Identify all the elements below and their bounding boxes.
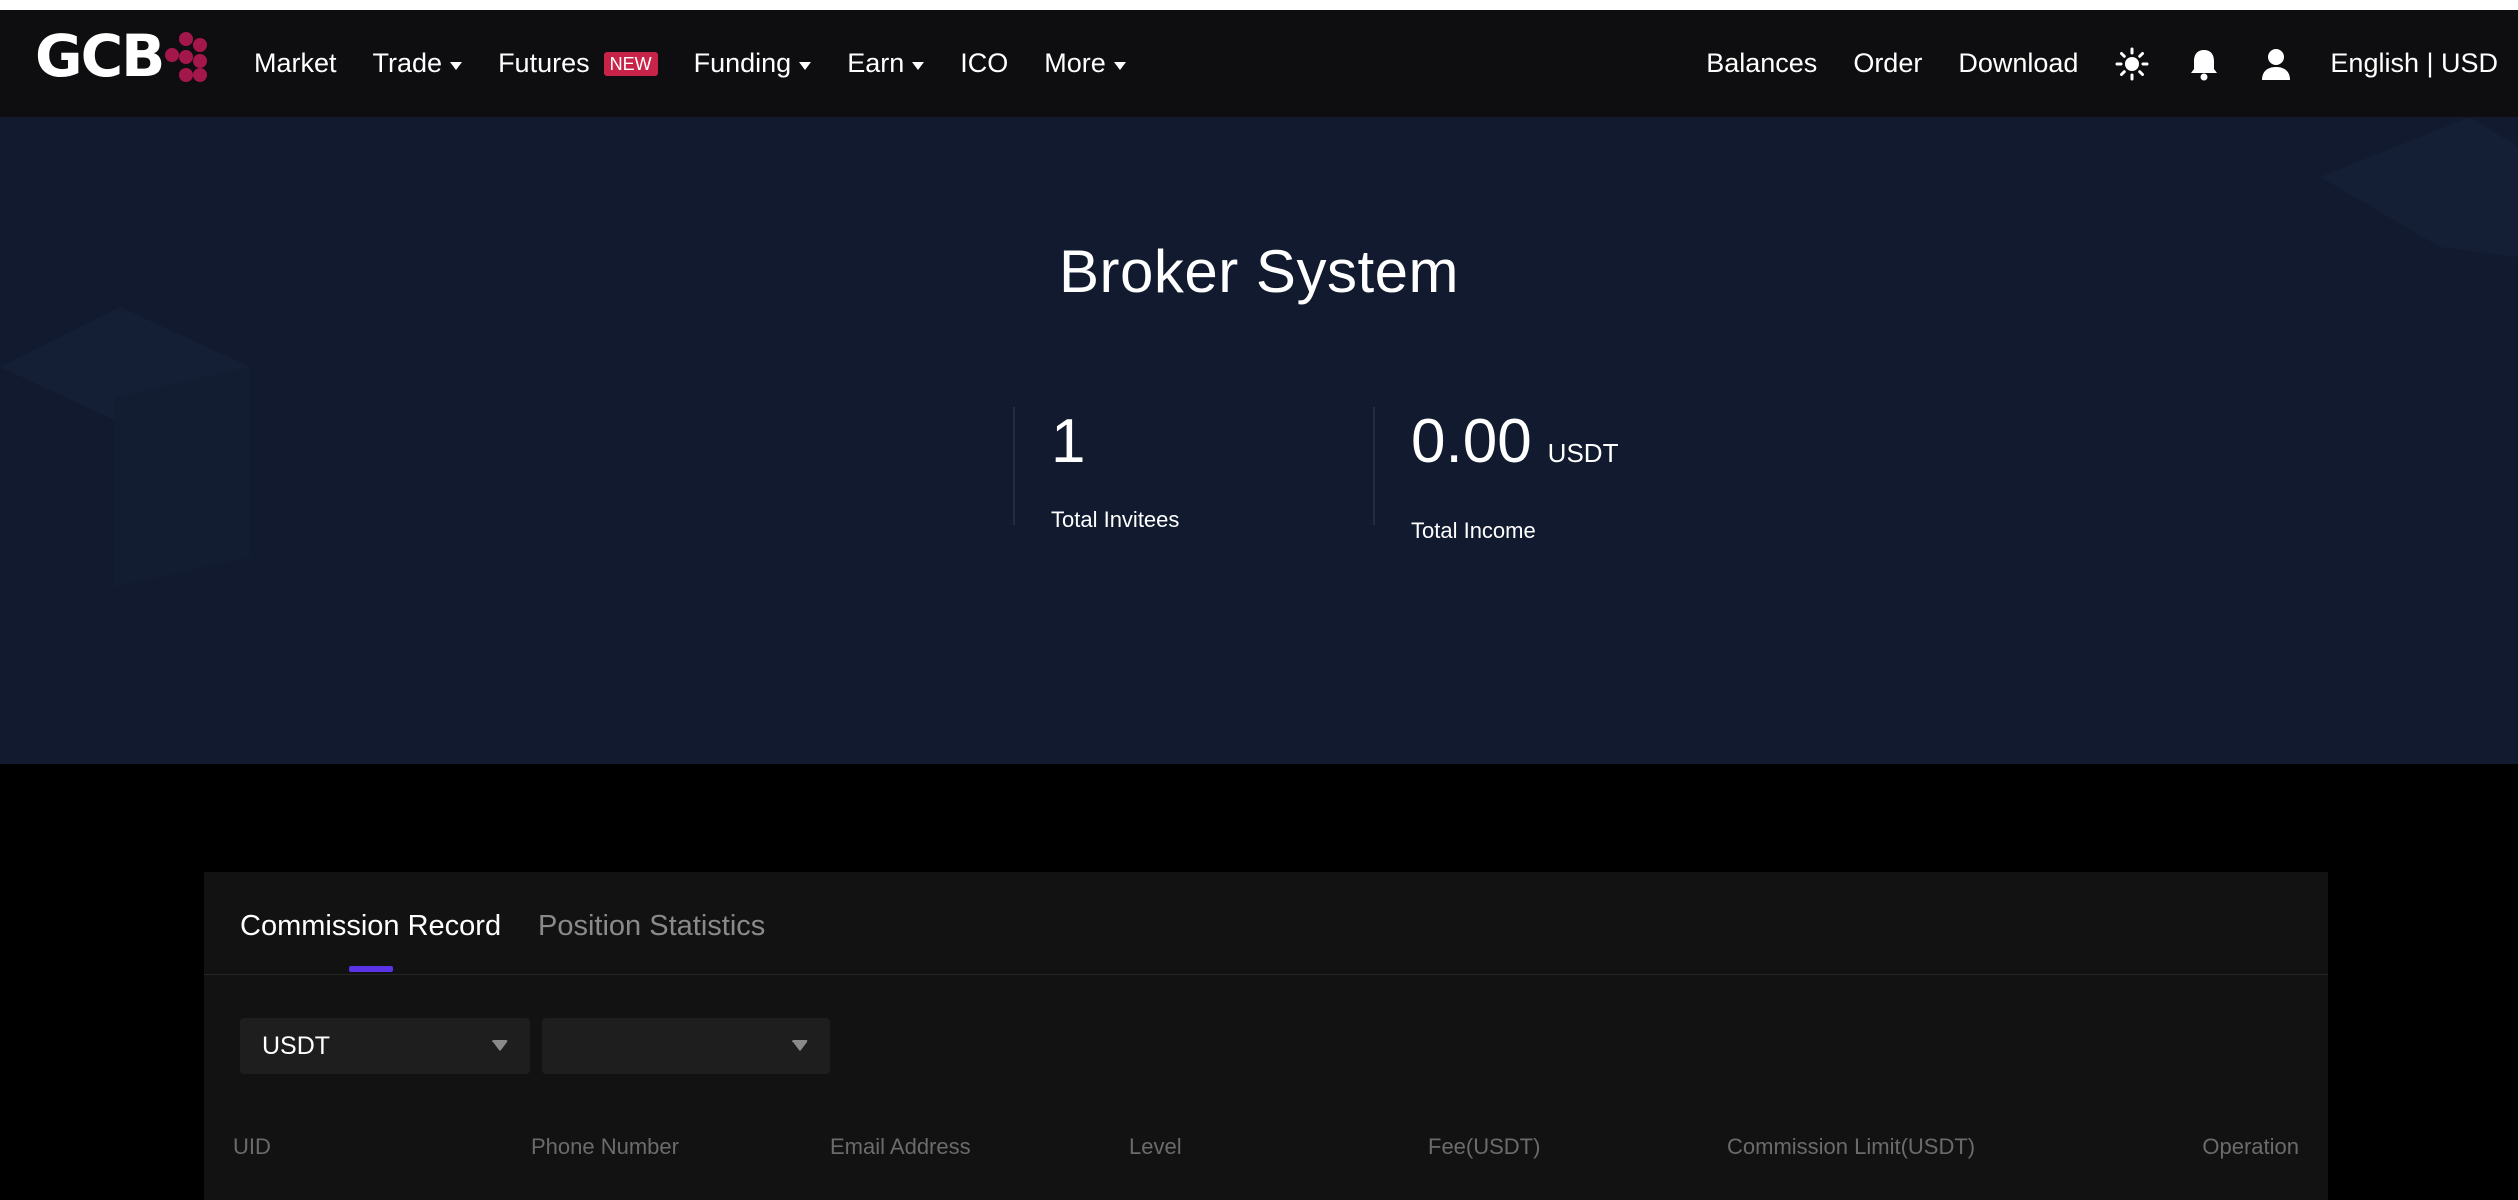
nav-ico[interactable]: ICO	[960, 48, 1008, 79]
chevron-down-icon	[792, 1040, 808, 1051]
nav-label: Market	[254, 48, 337, 78]
nav-label: More	[1044, 48, 1106, 78]
nav-label: Futures	[498, 48, 590, 78]
stat-total-invitees: 1 Total Invitees	[1013, 407, 1373, 532]
tab-commission-record[interactable]: Commission Record	[240, 910, 501, 943]
stat-number: 0.00	[1411, 407, 1532, 476]
nav-label: Earn	[847, 48, 905, 78]
stat-unit: USDT	[1547, 438, 1619, 468]
records-panel: Commission Record Position Statistics US…	[204, 872, 2328, 1200]
secondary-filter-select[interactable]	[542, 1018, 830, 1074]
caret-down-icon	[912, 61, 925, 70]
order-link[interactable]: Order	[1853, 48, 1922, 79]
nav-trade[interactable]: Trade	[373, 48, 463, 79]
user-icon[interactable]	[2258, 46, 2294, 82]
active-tab-indicator	[349, 966, 393, 972]
caret-down-icon	[1113, 61, 1126, 70]
stat-label: Total Invitees	[1051, 507, 1180, 532]
nav-market[interactable]: Market	[254, 48, 337, 79]
new-badge: NEW	[603, 51, 658, 76]
table-header-uid: UID	[233, 1134, 271, 1159]
table-header-level: Level	[1129, 1134, 1182, 1159]
bell-icon[interactable]	[2186, 46, 2222, 82]
caret-down-icon	[450, 61, 463, 70]
stat-value: 1	[1051, 407, 1373, 477]
table-header-email: Email Address	[830, 1134, 971, 1159]
stat-number: 1	[1051, 407, 1086, 476]
currency-select-value: USDT	[262, 1031, 331, 1060]
table-header-commission-limit: Commission Limit(USDT)	[1727, 1134, 1976, 1159]
sun-icon[interactable]	[2114, 46, 2150, 82]
tab-position-statistics[interactable]: Position Statistics	[538, 910, 765, 943]
table-header-operation: Operation	[2202, 1134, 2299, 1159]
nav-label: Funding	[693, 48, 792, 78]
table-header-phone: Phone Number	[531, 1134, 679, 1159]
nav-funding[interactable]: Funding	[694, 48, 812, 79]
main-nav: Market Trade Futures NEW Funding Earn ICO…	[254, 10, 1162, 117]
chevron-down-icon	[492, 1040, 508, 1051]
currency-select[interactable]: USDT	[240, 1018, 530, 1074]
nav-more[interactable]: More	[1044, 48, 1126, 79]
top-strip	[0, 0, 2518, 10]
nav-label: Trade	[372, 48, 443, 78]
stat-total-income: 0.00 USDT Total Income	[1373, 407, 1773, 543]
page-title: Broker System	[1059, 238, 1459, 305]
language-currency-selector[interactable]: English | USD	[2330, 48, 2498, 79]
header-actions: Balances Order Download English | USD	[1670, 10, 2498, 117]
balances-link[interactable]: Balances	[1706, 48, 1817, 79]
decorative-cube-shape	[0, 307, 250, 587]
caret-down-icon	[799, 61, 812, 70]
gcb-logo[interactable]: GCB	[35, 22, 209, 90]
logo-text: GCB	[35, 22, 165, 90]
top-navbar: GCB Market Trade Futures NEW Funding Earn…	[0, 10, 2518, 117]
nav-futures[interactable]: Futures NEW	[498, 48, 658, 79]
stat-label: Total Income	[1411, 518, 1536, 543]
stat-value: 0.00 USDT	[1411, 407, 1773, 488]
table-header-fee: Fee(USDT)	[1428, 1134, 1541, 1159]
nav-label: ICO	[960, 48, 1009, 78]
logo-mark-icon	[165, 28, 209, 84]
download-link[interactable]: Download	[1958, 48, 2078, 79]
broker-hero: Broker System 1 Total Invitees 0.00 USDT…	[0, 117, 2518, 764]
tab-bar: Commission Record Position Statistics	[204, 872, 2328, 975]
nav-earn[interactable]: Earn	[847, 48, 925, 79]
